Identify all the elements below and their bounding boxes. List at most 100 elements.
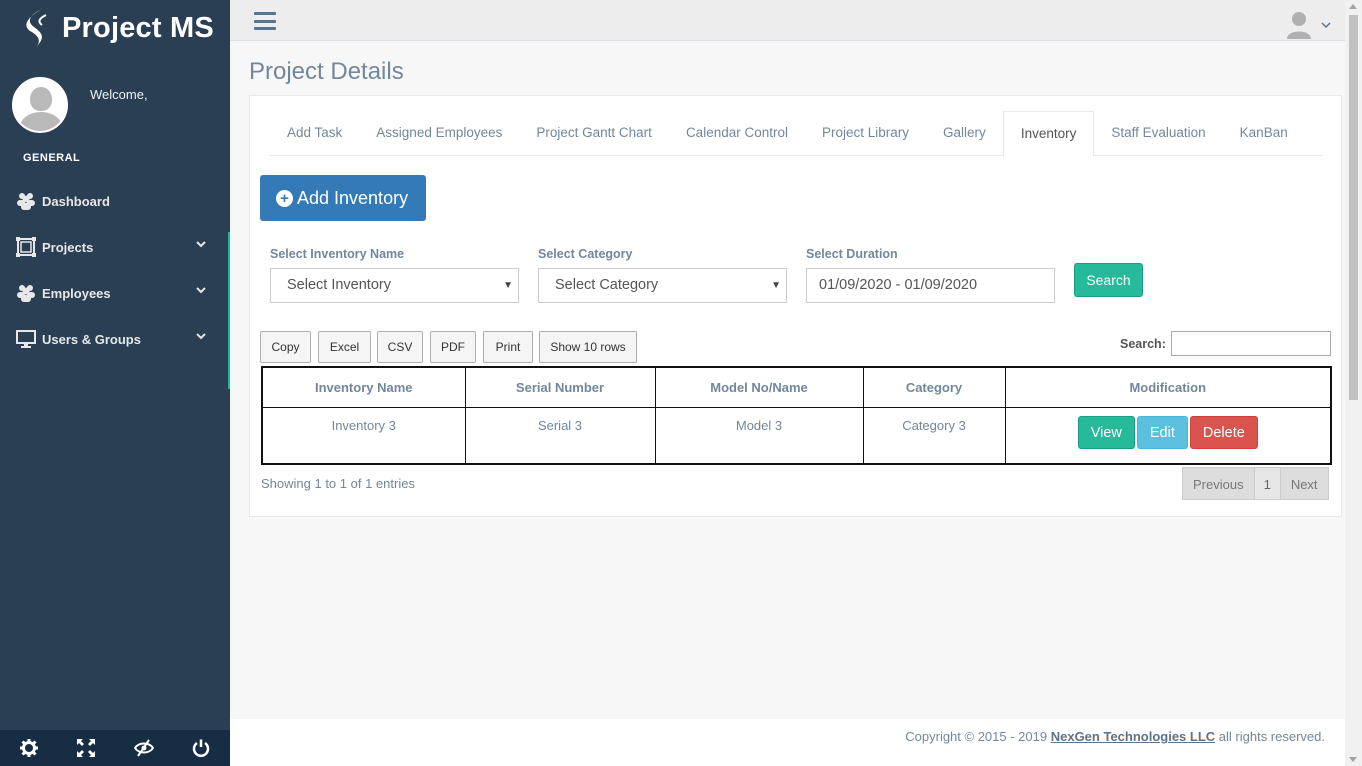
projects-icon <box>16 237 36 257</box>
page-scrollbar[interactable] <box>1345 0 1362 766</box>
power-icon <box>193 739 210 757</box>
profile: Welcome, <box>0 57 230 167</box>
table-info: Showing 1 to 1 of 1 entries <box>261 476 415 491</box>
pagination: Previous 1 Next <box>1182 467 1329 500</box>
desktop-icon <box>16 330 36 348</box>
fullscreen-icon <box>77 739 96 757</box>
sidebar-item-users-groups[interactable]: Users & Groups <box>0 316 230 362</box>
tab-staff-evaluation[interactable]: Staff Evaluation <box>1094 111 1222 156</box>
settings-button[interactable] <box>0 730 58 766</box>
sidebar-item-label: Dashboard <box>42 193 110 209</box>
tab-calendar-control[interactable]: Calendar Control <box>669 111 805 156</box>
avatar[interactable] <box>12 77 68 133</box>
search-button[interactable]: Search <box>1074 263 1143 297</box>
duration-label: Select Duration <box>806 247 898 261</box>
inventory-table: Inventory Name Serial Number Model No/Na… <box>261 366 1332 465</box>
tab-inventory[interactable]: Inventory <box>1002 111 1095 157</box>
add-inventory-label: Add Inventory <box>297 187 409 208</box>
user-menu[interactable] <box>1287 11 1331 39</box>
logout-button[interactable] <box>173 730 231 766</box>
content-panel: Add Task Assigned Employees Project Gant… <box>249 95 1342 517</box>
pdf-button[interactable]: PDF <box>430 331 476 363</box>
sidebar-item-label: Employees <box>42 285 111 301</box>
duration-input[interactable]: 01/09/2020 - 01/09/2020 <box>806 268 1055 303</box>
add-inventory-button[interactable]: + Add Inventory <box>260 175 426 221</box>
sidebar-item-employees[interactable]: Employees <box>0 270 230 316</box>
tab-kanban[interactable]: KanBan <box>1223 111 1305 156</box>
chevron-down-icon <box>1321 22 1331 29</box>
sidebar: Project MS Welcome, GENERAL Dashboard Pr… <box>0 0 230 766</box>
sidebar-item-label: Users & Groups <box>42 331 141 347</box>
inventory-select[interactable]: Select Inventory ▼ <box>270 268 519 303</box>
category-label: Select Category <box>538 247 633 261</box>
welcome-text: Welcome, <box>90 87 148 102</box>
caret-down-icon: ▼ <box>771 280 781 291</box>
previous-page-button[interactable]: Previous <box>1182 467 1255 500</box>
inventory-name-label: Select Inventory Name <box>270 247 405 261</box>
cell-inventory-name: Inventory 3 <box>261 406 466 465</box>
inventory-select-value: Select Inventory <box>287 277 391 293</box>
sidebar-scroll-indicator <box>228 232 230 389</box>
top-nav <box>230 0 1345 41</box>
sidebar-item-label: Projects <box>42 239 94 255</box>
duration-value: 01/09/2020 - 01/09/2020 <box>819 277 978 293</box>
caret-down-icon: ▼ <box>503 280 513 291</box>
tab-bar: Add Task Assigned Employees Project Gant… <box>270 111 1322 157</box>
rights-text: all rights reserved. <box>1215 729 1325 744</box>
column-header-modification[interactable]: Modification <box>1004 366 1332 408</box>
cell-model: Model 3 <box>654 406 864 465</box>
table-header-row: Inventory Name Serial Number Model No/Na… <box>261 366 1332 408</box>
column-header-serial-number[interactable]: Serial Number <box>464 366 656 408</box>
users-icon <box>17 285 35 302</box>
csv-button[interactable]: CSV <box>377 331 423 363</box>
tab-gallery[interactable]: Gallery <box>926 111 1003 156</box>
user-avatar-icon <box>1287 12 1311 39</box>
page-1-button[interactable]: 1 <box>1253 467 1281 500</box>
footer: Copyright © 2015 - 2019 NexGen Technolog… <box>230 719 1345 766</box>
users-icon <box>17 193 35 210</box>
copy-button[interactable]: Copy <box>260 331 311 363</box>
category-select-value: Select Category <box>555 277 659 293</box>
column-header-category[interactable]: Category <box>862 366 1006 408</box>
next-page-button[interactable]: Next <box>1279 467 1329 500</box>
tab-project-gantt-chart[interactable]: Project Gantt Chart <box>519 111 669 156</box>
menu-section-title: GENERAL <box>23 152 81 164</box>
tab-add-task[interactable]: Add Task <box>270 111 359 156</box>
edit-button[interactable]: Edit <box>1136 415 1188 449</box>
sidebar-item-dashboard[interactable]: Dashboard <box>0 178 230 224</box>
table-search-input[interactable] <box>1171 331 1331 356</box>
show-rows-button[interactable]: Show 10 rows <box>539 331 637 363</box>
cell-category: Category 3 <box>862 406 1006 465</box>
view-button[interactable]: View <box>1077 415 1135 449</box>
column-header-model[interactable]: Model No/Name <box>654 366 864 408</box>
eye-slash-icon <box>133 739 154 757</box>
plus-circle-icon: + <box>276 189 293 207</box>
footer-text: Copyright © 2015 - 2019 NexGen Technolog… <box>905 729 1325 744</box>
page-title: Project Details <box>249 58 404 85</box>
brand-name: Project MS <box>62 12 214 44</box>
cell-serial-number: Serial 3 <box>464 406 656 465</box>
tab-project-library[interactable]: Project Library <box>805 111 926 156</box>
sidebar-menu: Dashboard Projects Employees Users & Gro… <box>0 178 230 362</box>
gear-icon <box>19 739 38 757</box>
fullscreen-button[interactable] <box>58 730 116 766</box>
sidebar-item-projects[interactable]: Projects <box>0 224 230 270</box>
company-link[interactable]: NexGen Technologies LLC <box>1051 729 1215 744</box>
excel-button[interactable]: Excel <box>318 331 371 363</box>
delete-button[interactable]: Delete <box>1189 415 1258 449</box>
menu-toggle-icon[interactable] <box>254 12 276 30</box>
logo-icon <box>26 8 47 47</box>
copyright-text: Copyright © 2015 - 2019 <box>905 729 1051 744</box>
chevron-down-icon <box>196 333 206 340</box>
lock-screen-button[interactable] <box>115 730 173 766</box>
tab-assigned-employees[interactable]: Assigned Employees <box>359 111 519 156</box>
category-select[interactable]: Select Category ▼ <box>538 268 787 303</box>
sidebar-footer <box>0 730 230 766</box>
cell-modification: View Edit Delete <box>1004 406 1332 465</box>
brand[interactable]: Project MS <box>0 0 230 57</box>
table-row: Inventory 3 Serial 3 Model 3 Category 3 … <box>261 406 1332 465</box>
table-search-label: Search: <box>1120 337 1166 351</box>
column-header-inventory-name[interactable]: Inventory Name <box>261 366 466 408</box>
chevron-down-icon <box>196 241 206 248</box>
print-button[interactable]: Print <box>483 331 533 363</box>
